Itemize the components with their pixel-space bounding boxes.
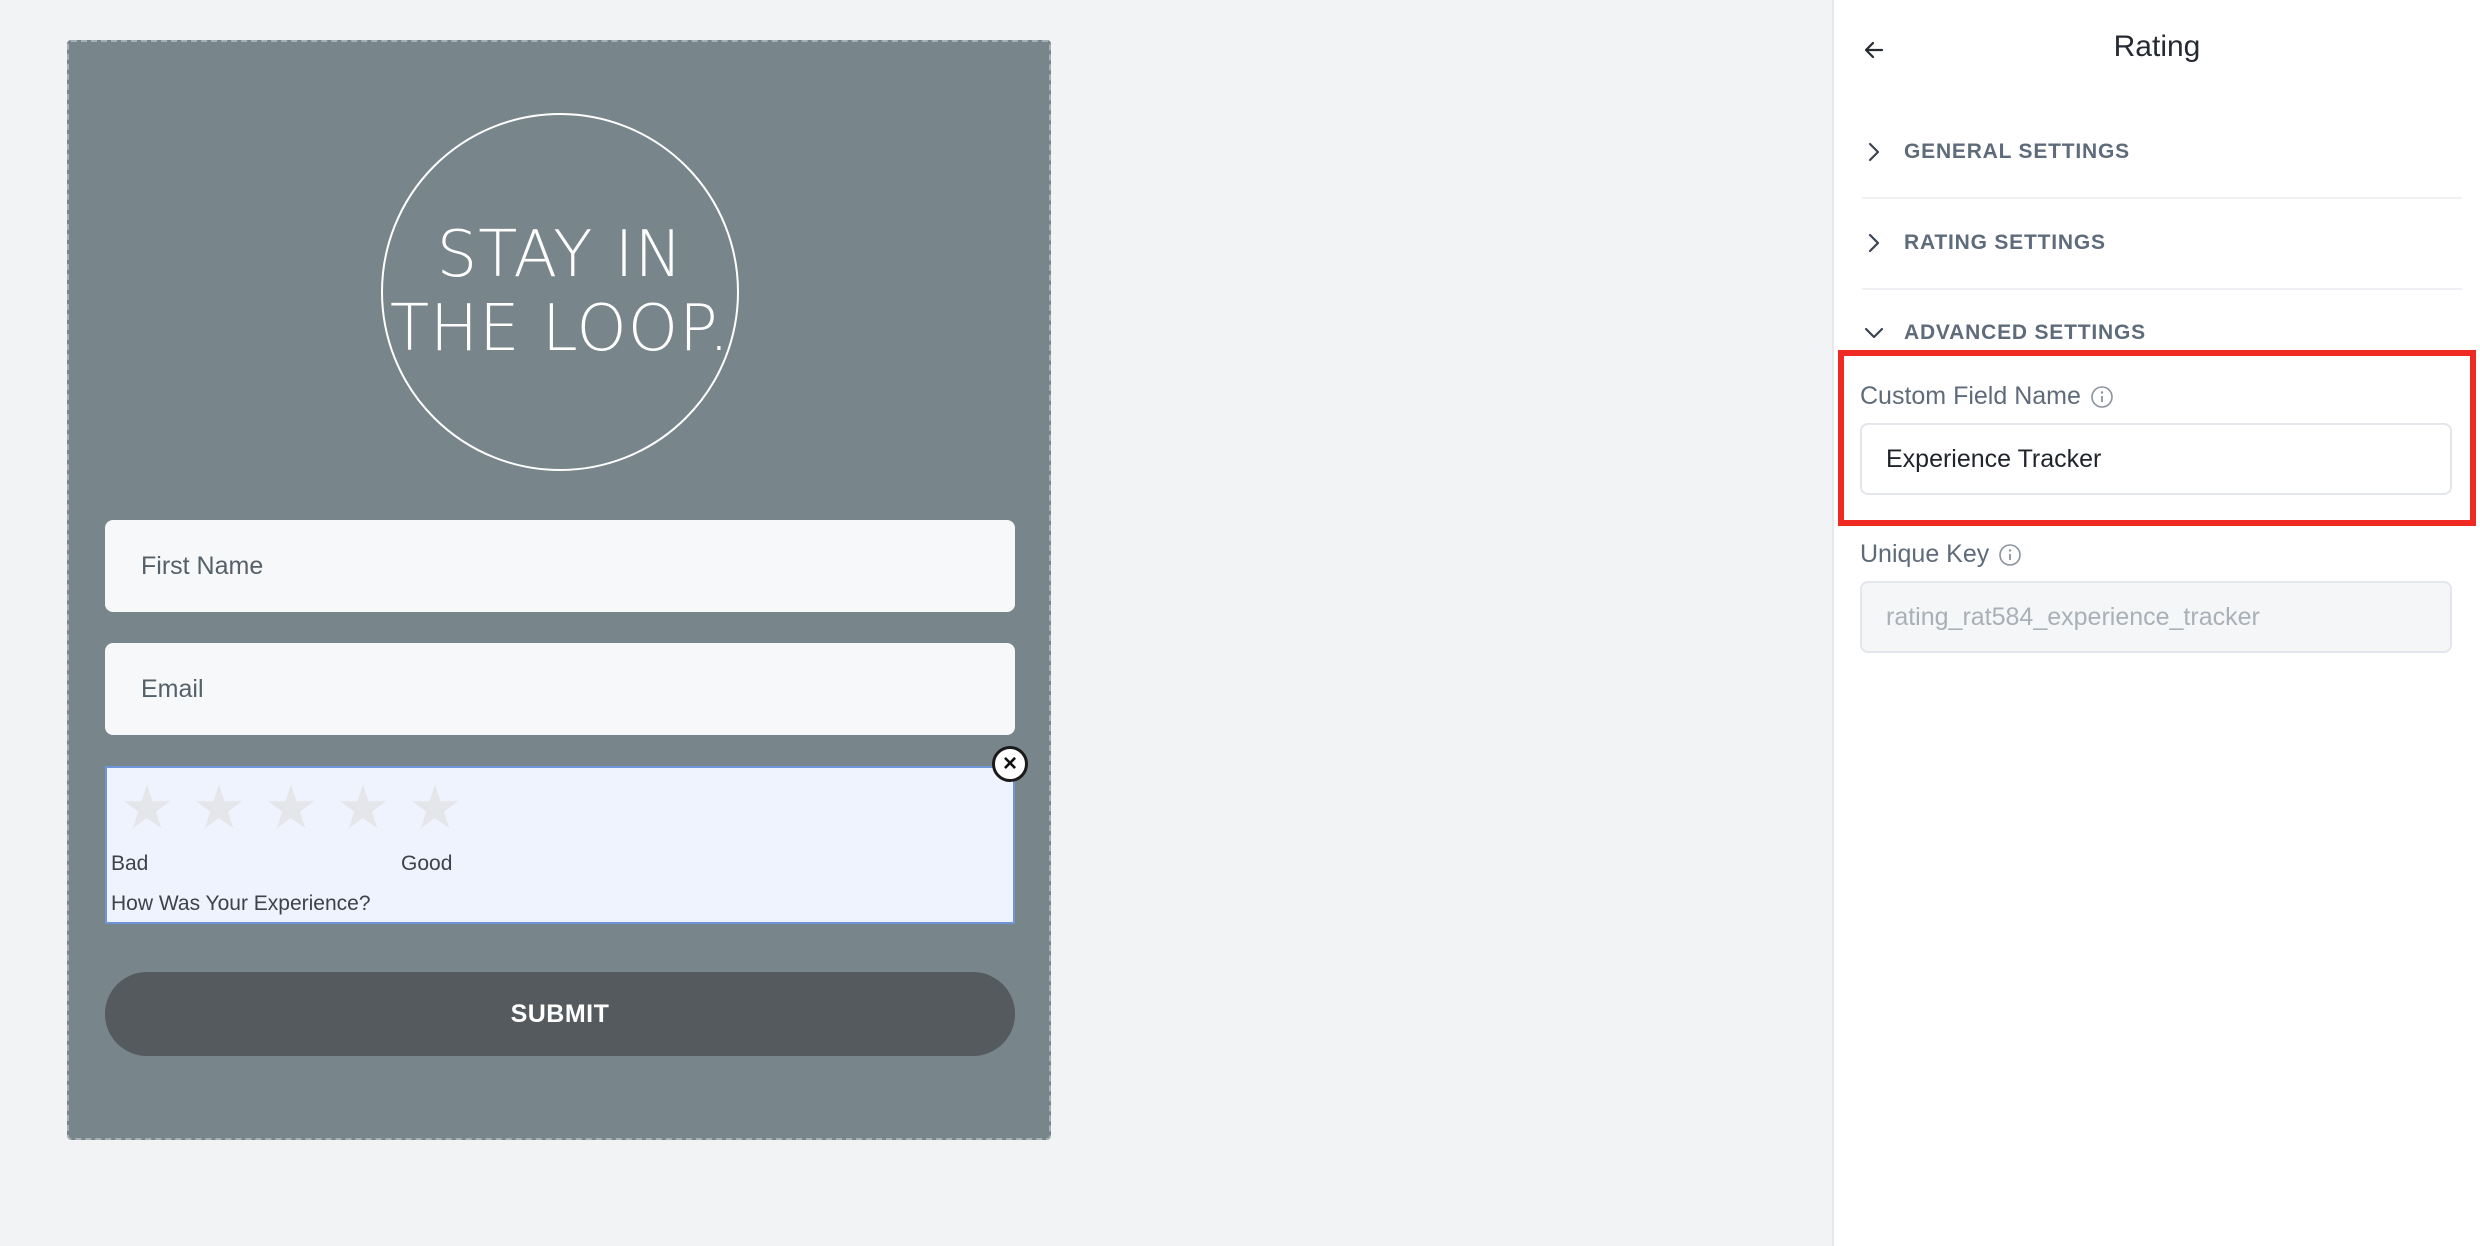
chevron-right-icon bbox=[1862, 231, 1886, 255]
section-rating-settings[interactable]: RATING SETTINGS bbox=[1862, 213, 2462, 273]
settings-panel: Rating GENERAL SETTINGS RATING SETTINGS … bbox=[1832, 0, 2480, 1246]
rating-high-label: Good bbox=[401, 852, 453, 875]
logo-circle: STAY IN THE LOOP. bbox=[381, 113, 739, 471]
unique-key-label-text: Unique Key bbox=[1860, 540, 1990, 568]
email-field[interactable]: Email bbox=[105, 643, 1015, 735]
custom-field-name-input[interactable]: Experience Tracker bbox=[1860, 423, 2452, 495]
star-rating[interactable]: ★ ★ ★ ★ ★ bbox=[111, 772, 471, 844]
rating-question: How Was Your Experience? bbox=[111, 892, 371, 915]
logo-line: THE LOOP. bbox=[389, 292, 731, 366]
form-preview-card: STAY IN THE LOOP. First Name Email ★ ★ ★… bbox=[67, 40, 1051, 1140]
divider bbox=[1862, 288, 2462, 290]
first-name-field[interactable]: First Name bbox=[105, 520, 1015, 612]
chevron-right-icon bbox=[1862, 140, 1886, 164]
section-general-settings[interactable]: GENERAL SETTINGS bbox=[1862, 122, 2462, 182]
rating-field[interactable]: ★ ★ ★ ★ ★ Bad Good How Was Your Experien… bbox=[105, 766, 1015, 924]
star-icon[interactable]: ★ bbox=[399, 772, 471, 844]
unique-key-input[interactable]: rating_rat584_experience_tracker bbox=[1860, 581, 2452, 653]
section-label: RATING SETTINGS bbox=[1904, 231, 2106, 254]
form-canvas: STAY IN THE LOOP. First Name Email ★ ★ ★… bbox=[0, 0, 1832, 1246]
chevron-down-icon bbox=[1862, 321, 1886, 345]
divider bbox=[1862, 197, 2462, 199]
info-icon[interactable] bbox=[2089, 384, 2115, 410]
unique-key-label: Unique Key bbox=[1860, 540, 2023, 569]
panel-title: Rating bbox=[2113, 30, 2201, 63]
close-icon: × bbox=[1002, 750, 1017, 777]
star-icon[interactable]: ★ bbox=[327, 772, 399, 844]
section-label: ADVANCED SETTINGS bbox=[1904, 321, 2146, 344]
star-icon[interactable]: ★ bbox=[183, 772, 255, 844]
rating-low-label: Bad bbox=[111, 852, 149, 875]
star-icon[interactable]: ★ bbox=[111, 772, 183, 844]
logo-text: STAY IN THE LOOP. bbox=[390, 218, 730, 366]
logo-line: STAY IN bbox=[436, 218, 684, 292]
custom-field-name-label: Custom Field Name bbox=[1860, 382, 2115, 411]
info-icon[interactable] bbox=[1997, 542, 2023, 568]
star-icon[interactable]: ★ bbox=[255, 772, 327, 844]
custom-field-name-label-text: Custom Field Name bbox=[1860, 382, 2081, 410]
remove-field-button[interactable]: × bbox=[992, 746, 1028, 782]
submit-button[interactable]: SUBMIT bbox=[105, 972, 1015, 1056]
section-label: GENERAL SETTINGS bbox=[1904, 140, 2130, 163]
